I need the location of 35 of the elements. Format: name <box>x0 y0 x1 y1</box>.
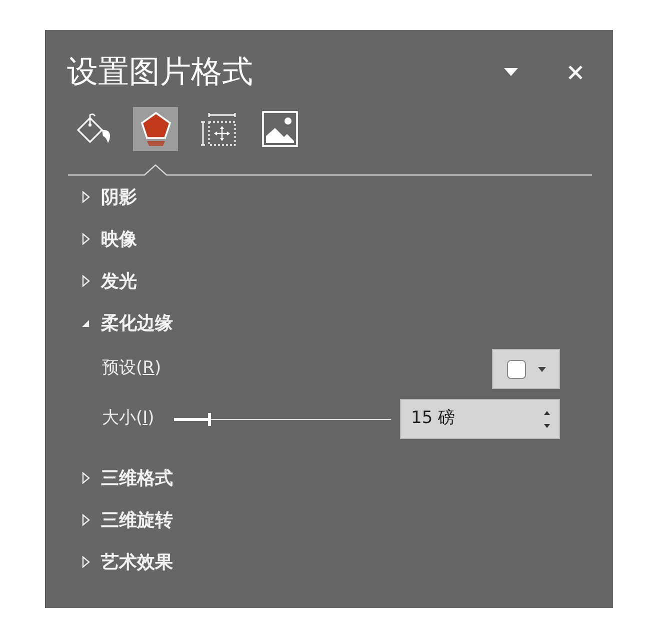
section-header[interactable]: 柔化边缘 <box>81 302 173 344</box>
dropdown-triangle-icon <box>504 68 518 76</box>
collapsed-triangle-icon <box>82 514 90 526</box>
paint-bucket-icon <box>74 113 112 145</box>
panel-options-dropdown[interactable] <box>504 68 518 76</box>
close-button[interactable] <box>568 64 583 80</box>
preset-swatch-icon <box>506 360 526 378</box>
collapsed-triangle-icon <box>82 233 90 245</box>
slider-thumb[interactable] <box>208 412 211 426</box>
collapsed-triangle-icon <box>82 472 90 484</box>
section-header[interactable]: 三维格式 <box>81 457 173 499</box>
size-layout-icon <box>198 112 236 146</box>
section-header[interactable]: 三维旋转 <box>81 499 173 541</box>
preset-label: 预设(R) <box>102 357 162 380</box>
section-header[interactable]: 发光 <box>81 260 137 302</box>
spin-down-icon[interactable] <box>544 424 550 428</box>
collapsed-triangle-icon <box>82 556 90 568</box>
collapsed-triangle-icon <box>82 191 90 203</box>
section-header[interactable]: 映像 <box>81 218 137 260</box>
collapsed-triangle-icon <box>82 275 90 287</box>
section-header[interactable]: 阴影 <box>81 176 137 218</box>
preset-dropdown[interactable] <box>492 349 560 389</box>
size-label: 大小(I) <box>102 407 154 430</box>
caret-icon <box>538 366 546 372</box>
picture-icon <box>262 111 298 147</box>
size-value: 15 磅 <box>411 407 456 430</box>
format-tab[interactable] <box>133 107 178 151</box>
expanded-triangle-icon <box>81 318 90 328</box>
section-header[interactable]: 艺术效果 <box>81 541 173 583</box>
slider-track[interactable] <box>174 412 391 426</box>
spin-up-icon[interactable] <box>544 410 550 414</box>
close-icon <box>568 64 583 80</box>
panel-title: 设置图片格式 <box>67 54 253 90</box>
pentagon-icon <box>140 111 172 147</box>
size-spin-field[interactable]: 15 磅 <box>400 399 560 439</box>
